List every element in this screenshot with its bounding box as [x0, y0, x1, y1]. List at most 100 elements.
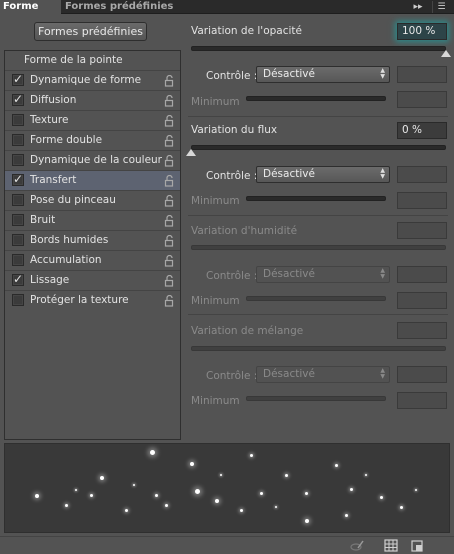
updown-arrow-icon: ▲ ▼ — [380, 267, 385, 280]
brush-dab — [345, 514, 348, 517]
brush-option-checkbox[interactable] — [12, 194, 24, 206]
brush-option-checkbox[interactable]: ✓ — [12, 272, 24, 286]
brush-option-label: Lissage — [30, 274, 70, 286]
brush-dab — [275, 506, 277, 508]
brush-option-checkbox[interactable] — [12, 134, 24, 146]
unlock-icon[interactable] — [164, 115, 175, 127]
brush-dab — [195, 489, 200, 494]
brush-option-label: Forme double — [30, 134, 103, 146]
brush-dab — [220, 474, 222, 476]
unlock-icon[interactable] — [164, 195, 175, 207]
brush-settings-list: Forme de la pointe ✓ Dynamique de forme ✓ D… — [4, 50, 181, 440]
unlock-icon[interactable] — [164, 135, 175, 147]
brush-toggle-icon[interactable] — [350, 539, 364, 552]
mix-jitter-field — [397, 322, 447, 339]
panel-menu-icon[interactable]: ☰ — [432, 1, 450, 13]
opacity-control-select[interactable]: Désactivé ▲ ▼ — [256, 66, 390, 83]
brush-tip-shape-item[interactable]: Forme de la pointe — [5, 51, 180, 70]
brush-option-item[interactable]: Bruit — [5, 210, 180, 230]
brush-option-item[interactable]: Bords humides — [5, 230, 180, 250]
brush-option-item[interactable]: Protéger la texture — [5, 290, 180, 310]
mix-control-value: Désactivé — [263, 368, 315, 380]
mix-jitter-label: Variation de mélange — [191, 325, 304, 337]
brush-dab — [150, 450, 155, 455]
panel-bottom-bar — [0, 536, 454, 554]
brush-option-checkbox[interactable] — [12, 294, 24, 306]
brush-option-item[interactable]: Pose du pinceau — [5, 190, 180, 210]
brush-dab — [240, 509, 243, 512]
brush-option-checkbox[interactable] — [12, 154, 24, 166]
brush-option-label: Diffusion — [30, 94, 77, 106]
brush-dab — [65, 504, 68, 507]
grid-icon[interactable] — [384, 539, 398, 552]
unlock-icon[interactable] — [164, 175, 175, 187]
opacity-minimum-label: Minimum — [191, 96, 240, 108]
unlock-icon[interactable] — [164, 75, 175, 87]
brush-option-checkbox[interactable]: ✓ — [12, 72, 24, 86]
brush-option-checkbox[interactable] — [12, 214, 24, 226]
flow-jitter-field[interactable]: 0 % — [397, 122, 447, 139]
updown-arrow-icon: ▲ ▼ — [380, 167, 385, 180]
brush-option-item[interactable]: Dynamique de la couleur — [5, 150, 180, 170]
brush-dab — [125, 509, 128, 512]
opacity-jitter-slider-thumb[interactable] — [441, 50, 451, 57]
section-divider — [188, 215, 448, 216]
brush-dab — [415, 489, 417, 491]
brush-stroke-preview — [4, 443, 450, 533]
brush-option-label: Bords humides — [30, 234, 109, 246]
opacity-control-value: Désactivé — [263, 68, 315, 80]
mix-control-select: Désactivé ▲ ▼ — [256, 366, 390, 383]
opacity-jitter-field[interactable]: 100 % — [397, 23, 447, 40]
unlock-icon[interactable] — [164, 275, 175, 287]
mix-minimum-label: Minimum — [191, 395, 240, 407]
unlock-icon[interactable] — [164, 295, 175, 307]
flow-minimum-field — [397, 192, 447, 209]
flow-jitter-slider-thumb[interactable] — [186, 149, 196, 156]
tab-forme[interactable]: Forme — [0, 0, 61, 14]
brush-option-item[interactable]: ✓ Dynamique de forme — [5, 70, 180, 90]
opacity-jitter-slider[interactable] — [191, 46, 446, 51]
tab-formes-predefinies[interactable]: Formes prédéfinies — [62, 0, 176, 14]
new-preset-icon[interactable] — [410, 539, 424, 552]
wetness-minimum-field — [397, 292, 447, 309]
brush-option-item[interactable]: ✓ Transfert — [5, 170, 180, 190]
flow-jitter-slider[interactable] — [191, 145, 446, 150]
brush-dab — [190, 462, 194, 466]
wetness-minimum-slider — [246, 296, 386, 301]
flow-control-select[interactable]: Désactivé ▲ ▼ — [256, 166, 390, 183]
brush-option-item[interactable]: Forme double — [5, 130, 180, 150]
brush-dab — [260, 492, 263, 495]
brush-option-checkbox[interactable] — [12, 254, 24, 266]
mix-control-extra-box — [397, 366, 447, 383]
brush-option-checkbox[interactable]: ✓ — [12, 172, 24, 186]
brush-option-item[interactable]: Accumulation — [5, 250, 180, 270]
brush-option-checkbox[interactable] — [12, 234, 24, 246]
double-arrow-right-icon[interactable]: ▸▸ — [410, 1, 426, 13]
brush-option-checkbox[interactable] — [12, 114, 24, 126]
unlock-icon[interactable] — [164, 235, 175, 247]
flow-minimum-label: Minimum — [191, 195, 240, 207]
flow-control-label: Contrôle : — [206, 170, 258, 182]
brush-presets-button[interactable]: Formes prédéfinies — [34, 22, 147, 41]
opacity-control-label: Contrôle : — [206, 70, 258, 82]
unlock-icon[interactable] — [164, 255, 175, 267]
unlock-icon[interactable] — [164, 155, 175, 167]
brush-option-label: Transfert — [30, 174, 77, 186]
brush-option-checkbox[interactable]: ✓ — [12, 92, 24, 106]
brush-option-item[interactable]: ✓ Lissage — [5, 270, 180, 290]
brush-dab — [100, 476, 104, 480]
updown-arrow-icon: ▲ ▼ — [380, 67, 385, 80]
brush-option-label: Pose du pinceau — [30, 194, 116, 206]
unlock-icon[interactable] — [164, 215, 175, 227]
brush-dab — [335, 464, 338, 467]
brush-option-item[interactable]: Texture — [5, 110, 180, 130]
wetness-minimum-label: Minimum — [191, 295, 240, 307]
mix-minimum-slider — [246, 396, 386, 401]
wetness-jitter-label: Variation d'humidité — [191, 225, 298, 237]
brush-dab — [350, 488, 353, 491]
brush-dab — [75, 489, 77, 491]
brush-option-item[interactable]: ✓ Diffusion — [5, 90, 180, 110]
brush-dab — [155, 494, 158, 497]
brush-dab — [215, 499, 219, 503]
unlock-icon[interactable] — [164, 95, 175, 107]
